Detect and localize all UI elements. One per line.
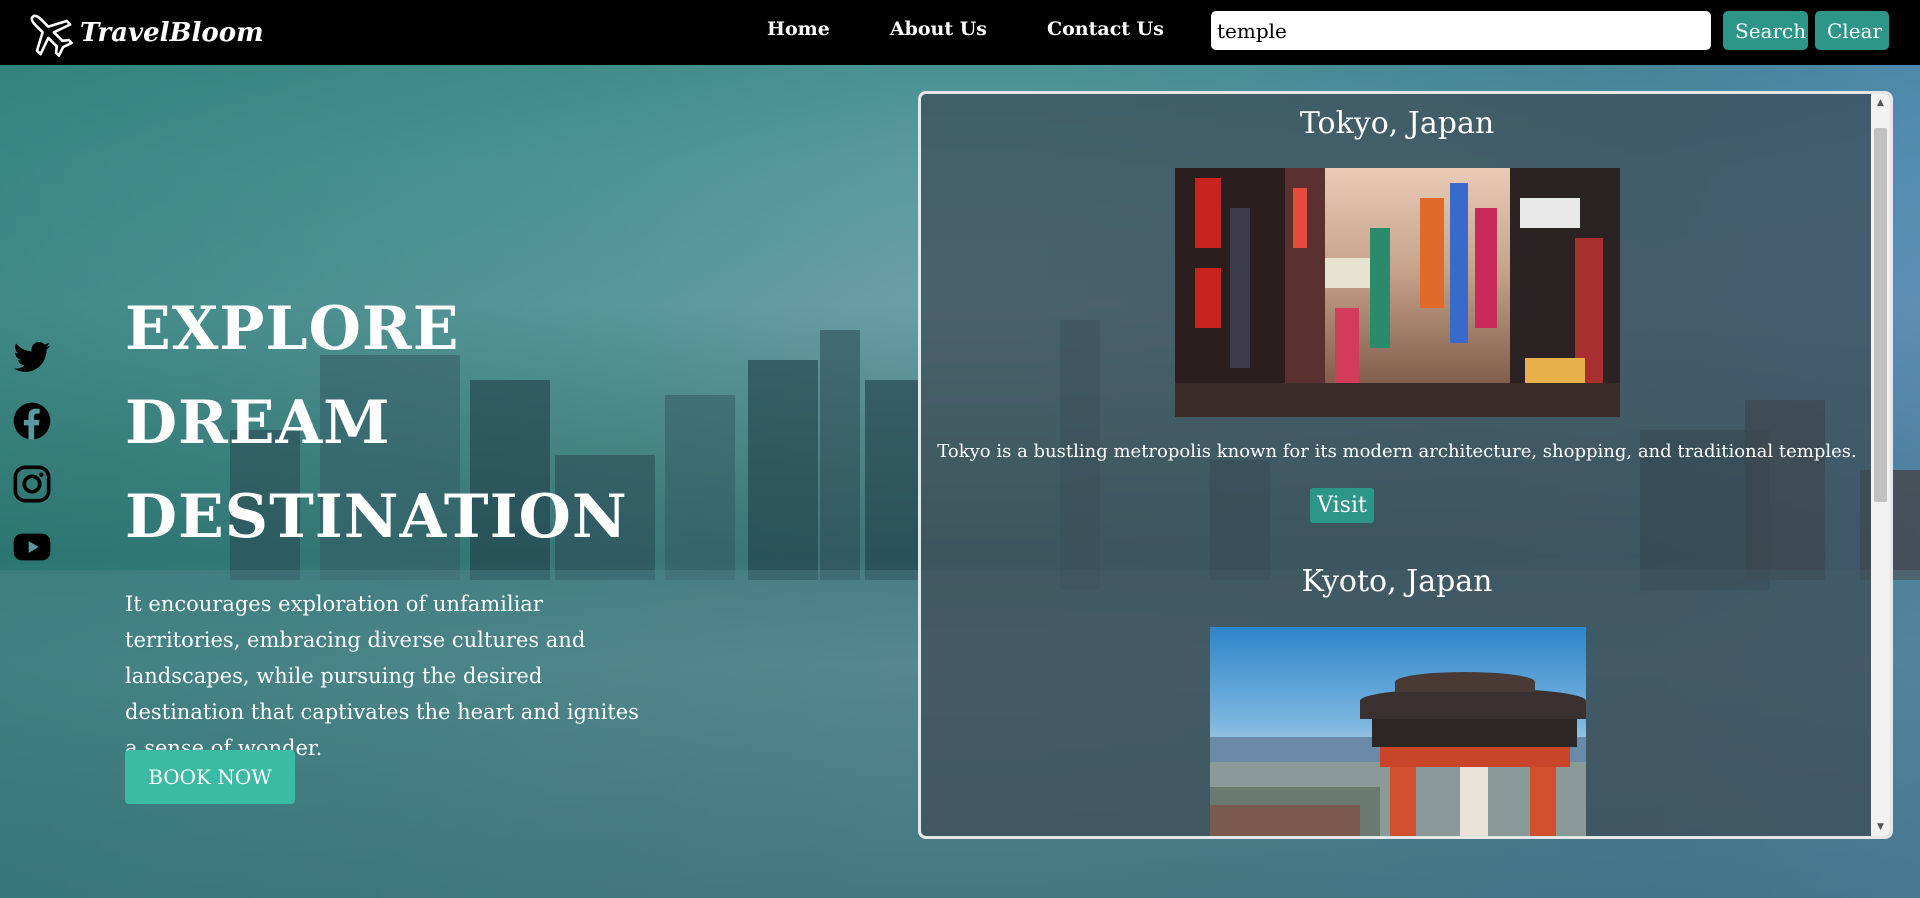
hero-title-line: DREAM	[125, 388, 391, 458]
results-list: Tokyo, Japan Tokyo is a bustling metropo…	[921, 94, 1873, 836]
result-title: Kyoto, Japan	[1301, 564, 1493, 599]
result-description: Tokyo is a bustling metropolis known for…	[937, 441, 1857, 462]
hero-title-line: DESTINATION	[125, 482, 628, 552]
twitter-icon[interactable]	[12, 338, 52, 378]
result-title: Tokyo, Japan	[1299, 106, 1495, 141]
search-input[interactable]	[1211, 11, 1711, 50]
result-image-kyoto	[1210, 627, 1586, 836]
hero-title: EXPLORE DREAM DESTINATION	[125, 282, 725, 564]
scroll-thumb[interactable]	[1874, 128, 1887, 502]
results-scrollbar[interactable]: ▲ ▼	[1871, 94, 1890, 836]
youtube-icon[interactable]	[12, 527, 52, 567]
visit-button[interactable]: Visit	[1310, 488, 1374, 523]
scroll-down-arrow-icon[interactable]: ▼	[1871, 818, 1890, 836]
clear-button[interactable]: Clear	[1815, 11, 1889, 50]
search-results-panel[interactable]: Tokyo, Japan Tokyo is a bustling metropo…	[918, 91, 1893, 839]
book-now-button[interactable]: BOOK NOW	[125, 750, 295, 804]
result-card: Kyoto, Japan	[921, 564, 1873, 599]
scroll-up-arrow-icon[interactable]: ▲	[1871, 94, 1890, 112]
nav-home-link[interactable]: Home	[767, 18, 830, 40]
hero-title-line: EXPLORE	[125, 294, 460, 364]
brand-name: TravelBloom	[80, 18, 264, 48]
instagram-icon[interactable]	[12, 464, 52, 504]
brand-logo[interactable]: TravelBloom	[22, 6, 264, 60]
search-button[interactable]: Search	[1723, 11, 1808, 50]
result-image-tokyo	[1175, 168, 1620, 417]
airplane-icon	[30, 14, 73, 57]
hero-description: It encourages exploration of unfamiliar …	[125, 592, 639, 760]
nav-links: Home About Us Contact Us	[740, 18, 1224, 40]
nav-contact-link[interactable]: Contact Us	[1047, 18, 1164, 40]
social-links	[12, 338, 54, 590]
result-card: Tokyo, Japan	[921, 106, 1873, 141]
navbar: TravelBloom Home About Us Contact Us Sea…	[0, 0, 1920, 65]
nav-about-link[interactable]: About Us	[890, 18, 987, 40]
facebook-icon[interactable]	[12, 401, 52, 441]
